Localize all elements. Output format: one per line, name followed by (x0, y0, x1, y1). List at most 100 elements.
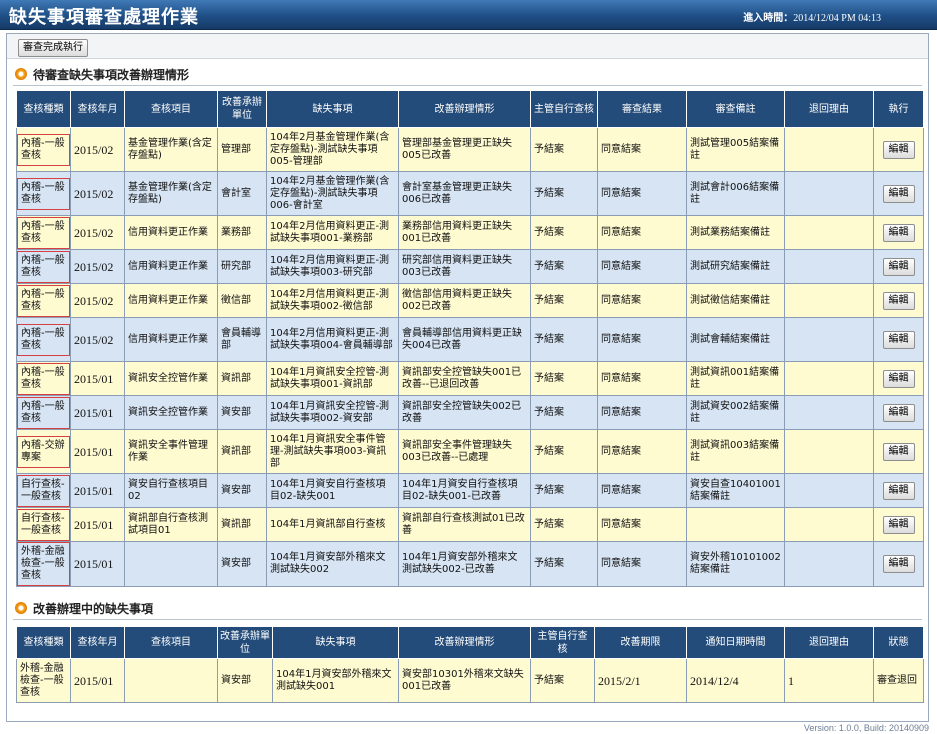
cell-cat: 內稽-一般查核 (16, 395, 71, 430)
cell-note: 測試業務結案備註 (686, 215, 785, 250)
table-row: 內稽-交辦專案 2015/01 資訊安全事件管理作業 資訊部 104年1月資訊安全事件管… (16, 429, 924, 474)
cell-cat-text: 外稽-金融檢查-一般查核 (17, 542, 70, 586)
column-header: 主管自行查核 (530, 90, 598, 128)
column-header: 查核年月 (70, 626, 125, 659)
column-header: 查核項目 (124, 90, 218, 128)
cell-status: 資訊部自行查核測試01已改善 (398, 507, 531, 542)
cell-result: 同意結案 (597, 171, 687, 216)
column-header: 查核種類 (16, 626, 71, 659)
cell-result: 同意結案 (597, 127, 687, 172)
cell-note: 測試會計006結案備註 (686, 171, 785, 216)
edit-button[interactable]: 編輯 (882, 369, 915, 388)
cell-self: 予結案 (530, 127, 598, 172)
cell-ym: 2015/01 (70, 658, 125, 703)
cell-action: 編輯 (873, 395, 924, 430)
edit-button[interactable]: 編輯 (882, 184, 915, 203)
cell-status: 資訊部安全控管缺失002已改善 (398, 395, 531, 430)
cell-ym: 2015/02 (70, 127, 125, 172)
cell-item: 資訊安全控管作業 (124, 361, 218, 396)
cell-status: 會計室基金管理更正缺失006已改善 (398, 171, 531, 216)
toolbar: 審查完成執行 (7, 34, 928, 59)
cell-item: 資安自行查核項目02 (124, 473, 218, 508)
cell-unit: 資訊部 (217, 429, 267, 474)
table-row: 外稽-金融檢查-一般查核 2015/01 資安部 104年1月資安部外稽來文測試缺失0… (16, 541, 924, 587)
column-header: 執行 (873, 90, 924, 128)
edit-button[interactable]: 編輯 (882, 481, 915, 500)
cell-cat: 自行查核-一般查核 (16, 473, 71, 508)
table-row: 內稽-一般查核 2015/02 信用資料更正作業 業務部 104年2月信用資料更正-測試… (16, 215, 924, 250)
edit-button[interactable]: 編輯 (882, 515, 915, 534)
cell-reason (784, 473, 874, 508)
cell-status: 業務部信用資料更正缺失001已改善 (398, 215, 531, 250)
column-header: 審查結果 (597, 90, 687, 128)
cell-cat: 外稽-金融檢查-一般查核 (16, 541, 71, 587)
column-header: 通知日期時間 (686, 626, 785, 659)
column-header: 查核項目 (124, 626, 218, 659)
cell-self: 予結案 (530, 429, 598, 474)
table-row: 內稽-一般查核 2015/02 基金管理作業(含定存盤點) 管理部 104年2月基金管理… (16, 127, 924, 172)
cell-result: 同意結案 (597, 429, 687, 474)
cell-status: 徵信部信用資料更正缺失002已改善 (398, 283, 531, 318)
cell-note: 測試資訊003結案備註 (686, 429, 785, 474)
table-row: 內稽-一般查核 2015/02 信用資料更正作業 徵信部 104年2月信用資料更正-測試… (16, 283, 924, 318)
cell-status: 資安部10301外稽來文缺失001已改善 (398, 658, 531, 703)
cell-result: 同意結案 (597, 215, 687, 250)
cell-cat: 內稽-一般查核 (16, 127, 71, 172)
cell-reason (784, 249, 874, 284)
cell-status: 研究部信用資料更正缺失003已改善 (398, 249, 531, 284)
pending-review-table: 查核種類 查核年月 查核項目 改善承辦單位 缺失事項 改善辦理情形 主管自行查核 審查結果 審查… (16, 90, 924, 587)
column-header: 查核年月 (70, 90, 125, 128)
table-row: 內稽-一般查核 2015/02 信用資料更正作業 會員輔導部 104年2月信用資料更正-… (16, 317, 924, 362)
cell-self: 予結案 (530, 249, 598, 284)
column-header: 查核種類 (16, 90, 71, 128)
table-row: 內稽-一般查核 2015/02 信用資料更正作業 研究部 104年2月信用資料更正-測試… (16, 249, 924, 284)
edit-button[interactable]: 編輯 (882, 257, 915, 276)
cell-item: 信用資料更正作業 (124, 283, 218, 318)
cell-reason (784, 541, 874, 587)
edit-button[interactable]: 編輯 (882, 330, 915, 349)
cell-reason (784, 507, 874, 542)
cell-ym: 2015/02 (70, 215, 125, 250)
cell-action: 編輯 (873, 473, 924, 508)
cell-result: 同意結案 (597, 283, 687, 318)
complete-review-button[interactable]: 審查完成執行 (18, 39, 88, 57)
cell-defect: 104年2月信用資料更正-測試缺失事項004-會員輔導部 (266, 317, 399, 362)
edit-button[interactable]: 編輯 (882, 140, 915, 159)
cell-unit: 徵信部 (217, 283, 267, 318)
column-header: 退回理由 (784, 90, 874, 128)
edit-button[interactable]: 編輯 (882, 291, 915, 310)
login-time-value: 2014/12/04 PM 04:13 (793, 13, 881, 24)
cell-cat: 內稽-一般查核 (16, 317, 71, 362)
cell-cat-text: 內稽-一般查核 (17, 177, 70, 210)
cell-action: 編輯 (873, 429, 924, 474)
cell-cat: 內稽-一般查核 (16, 283, 71, 318)
section-inprogress-title: 改善辦理中的缺失事項 (15, 599, 153, 617)
edit-button[interactable]: 編輯 (882, 555, 915, 573)
column-header: 審查備註 (686, 90, 785, 128)
cell-action: 編輯 (873, 361, 924, 396)
cell-reason (784, 215, 874, 250)
cell-action: 編輯 (873, 283, 924, 318)
cell-action: 編輯 (873, 507, 924, 542)
edit-button[interactable]: 編輯 (882, 403, 915, 422)
cell-reason (784, 283, 874, 318)
cell-ym: 2015/01 (70, 507, 125, 542)
cell-cat: 內稽-一般查核 (16, 215, 71, 250)
cell-action: 編輯 (873, 215, 924, 250)
edit-button[interactable]: 編輯 (882, 223, 915, 242)
cell-unit: 業務部 (217, 215, 267, 250)
cell-result: 同意結案 (597, 507, 687, 542)
cell-cat-text: 內稽-一般查核 (17, 284, 70, 317)
cell-self: 予結案 (530, 361, 598, 396)
cell-note: 測試研究結案備註 (686, 249, 785, 284)
cell-self: 予結案 (530, 317, 598, 362)
cell-defect: 104年2月基金管理作業(含定存盤點)-測試缺失事項006-會計室 (266, 171, 399, 216)
cell-defect: 104年2月基金管理作業(含定存盤點)-測試缺失事項005-管理部 (266, 127, 399, 172)
cell-item: 基金管理作業(含定存盤點) (124, 127, 218, 172)
cell-self: 予結案 (530, 473, 598, 508)
section-inprogress-label: 改善辦理中的缺失事項 (33, 601, 154, 616)
cell-self: 予結案 (530, 171, 598, 216)
cell-item: 信用資料更正作業 (124, 249, 218, 284)
title-bar: 缺失事項審查處理作業 進入時間：2014/12/04 PM 04:13 (0, 0, 937, 30)
edit-button[interactable]: 編輯 (882, 442, 915, 461)
